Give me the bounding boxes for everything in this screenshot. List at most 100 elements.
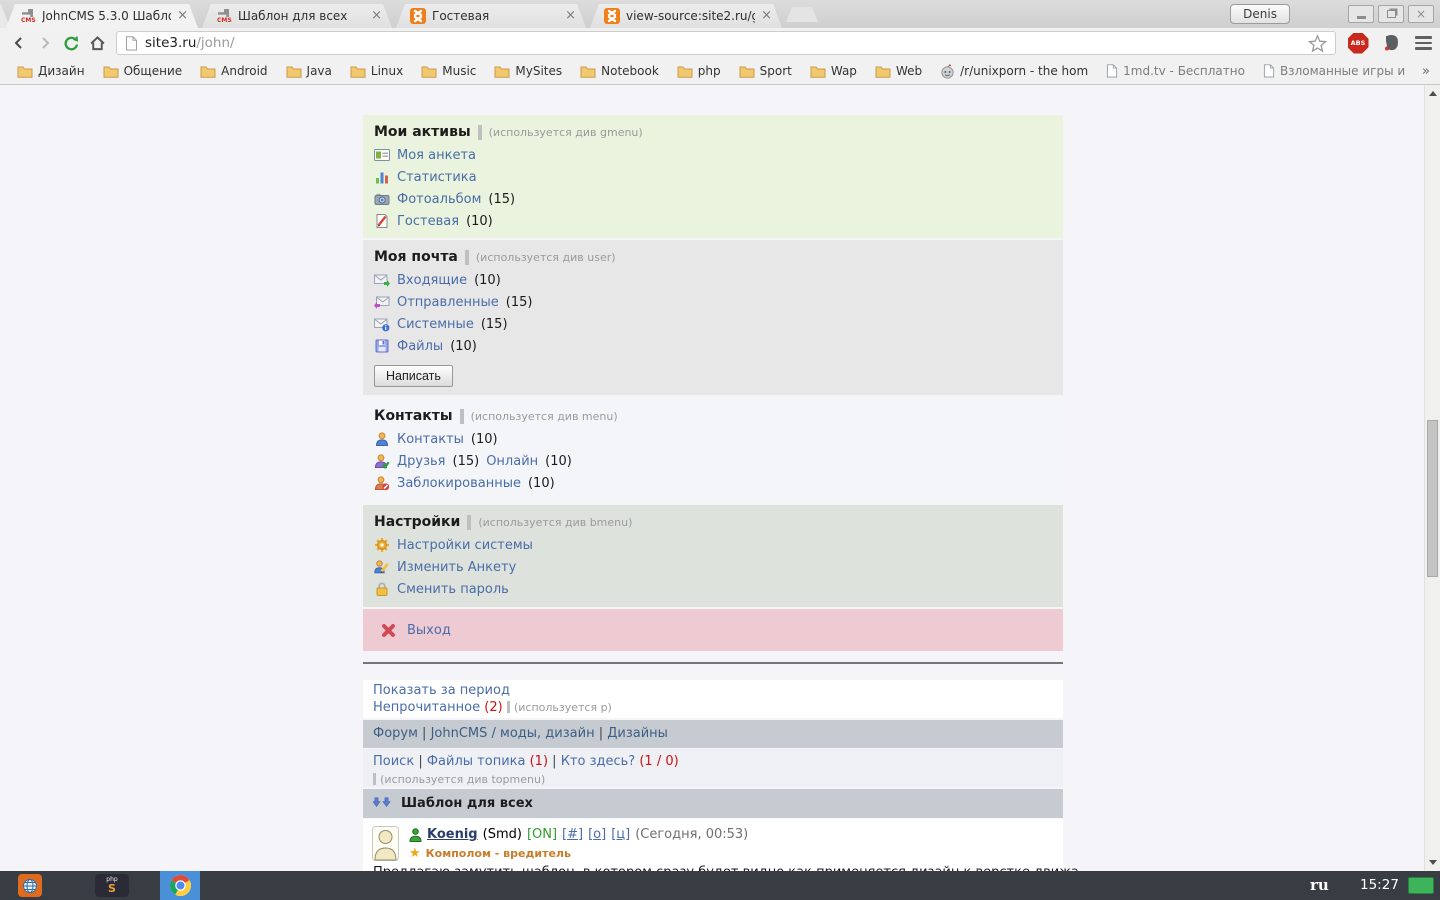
link-change-password[interactable]: Сменить пароль <box>397 582 509 597</box>
bookmark-page-unixporn[interactable]: /r/unixporn - the hom <box>931 64 1097 79</box>
link-friends-online[interactable]: Онлайн <box>486 454 538 469</box>
post-rank: Комполом - вредитель <box>426 847 571 860</box>
tab-close-icon[interactable]: × <box>177 10 188 22</box>
reload-button[interactable] <box>58 31 84 55</box>
horizontal-rule <box>363 662 1063 664</box>
browser-tab-viewsource[interactable]: view-source:site2.ru/gue × <box>590 4 782 28</box>
pipe-divider <box>467 515 471 530</box>
link-topic-files[interactable]: Файлы топика <box>427 754 526 769</box>
menu-item-inbox: Входящие (10) <box>374 269 1052 291</box>
post-cite-link[interactable]: [ц] <box>611 827 630 842</box>
tab-close-icon[interactable]: × <box>371 10 382 22</box>
bookmark-folder[interactable]: Notebook <box>571 64 668 78</box>
bookmarks-overflow-chevron[interactable]: » <box>1422 64 1430 79</box>
post-quote-link[interactable]: [o] <box>588 827 606 842</box>
new-tab-button[interactable] <box>786 7 818 22</box>
section-note: (используется p) <box>514 701 612 714</box>
bookmark-star-icon[interactable] <box>1308 34 1327 53</box>
browser-tab-strip: CMS JohnCMS 5.3.0 Шаблон × CMS Шаблон дл… <box>0 0 1440 28</box>
browser-tab-guestbook[interactable]: Гостевая × <box>396 4 586 28</box>
folder-icon <box>200 65 216 78</box>
post-anchor-link[interactable]: [#] <box>562 827 583 842</box>
taskbar-web-app-icon[interactable] <box>18 874 42 897</box>
tab-close-icon[interactable]: × <box>565 10 576 22</box>
link-show-period[interactable]: Показать за период <box>373 683 510 698</box>
user-friends-icon <box>374 453 390 469</box>
link-guestbook[interactable]: Гостевая <box>397 214 459 229</box>
forward-button[interactable] <box>32 31 58 55</box>
link-statistics[interactable]: Статистика <box>397 170 477 185</box>
restore-button[interactable] <box>1378 5 1404 23</box>
hamburger-icon <box>1415 36 1432 50</box>
taskbar-chrome-active[interactable] <box>160 871 200 900</box>
keyboard-layout-indicator[interactable]: ru <box>1310 876 1329 894</box>
section-title: Моя почта <box>374 249 458 265</box>
post-author-link[interactable]: Koenig <box>427 827 478 842</box>
crumb-forum[interactable]: Форум <box>373 726 418 741</box>
page-icon <box>1263 64 1275 78</box>
link-blocked[interactable]: Заблокированные <box>397 476 521 491</box>
scrollbar-thumb[interactable] <box>1427 420 1438 577</box>
bookmark-folder[interactable]: php <box>668 64 730 78</box>
link-edit-profile[interactable]: Изменить Анкету <box>397 560 516 575</box>
tab-title: Шаблон для всех <box>238 9 365 23</box>
clock[interactable]: 15:27 <box>1360 877 1399 893</box>
bookmark-folder[interactable]: Android <box>191 64 276 78</box>
link-friends[interactable]: Друзья <box>397 454 446 469</box>
link-sent[interactable]: Отправленные <box>397 295 499 310</box>
link-contacts[interactable]: Контакты <box>397 432 464 447</box>
bookmark-folder[interactable]: MySites <box>485 64 571 78</box>
browser-tab-johncms[interactable]: CMS JohnCMS 5.3.0 Шаблон × <box>6 4 198 28</box>
page-icon <box>125 36 138 51</box>
bookmark-page-games[interactable]: Взломанные игры и <box>1254 64 1414 78</box>
bookmark-folder[interactable]: Общение <box>94 64 192 78</box>
home-button[interactable] <box>84 31 110 55</box>
close-button[interactable]: × <box>1408 5 1434 23</box>
link-system-settings[interactable]: Настройки системы <box>397 538 533 553</box>
link-files[interactable]: Файлы <box>397 339 443 354</box>
avatar <box>372 826 399 861</box>
bookmark-folder[interactable]: Linux <box>341 64 412 78</box>
mail-inbox-icon <box>374 272 390 288</box>
profile-button[interactable]: Denis <box>1230 4 1290 24</box>
link-who-is-here[interactable]: Кто здесь? <box>561 754 636 769</box>
browser-tab-template[interactable]: CMS Шаблон для всех × <box>202 4 392 28</box>
link-inbox[interactable]: Входящие <box>397 273 467 288</box>
crumb-section[interactable]: JohnCMS / моды, дизайн <box>431 726 595 741</box>
link-search[interactable]: Поиск <box>373 754 414 769</box>
bookmark-folder[interactable]: Sport <box>730 64 801 78</box>
taskbar-phpstorm-icon[interactable]: phpS <box>95 874 129 897</box>
tab-title: Гостевая <box>432 9 559 23</box>
bookmark-page-1md[interactable]: 1md.tv - Бесплатно <box>1097 64 1254 78</box>
section-bmenu: Настройки (используется див bmenu) Настр… <box>363 505 1063 607</box>
link-logout[interactable]: Выход <box>407 623 451 638</box>
link-unread[interactable]: Непрочитанное <box>373 700 480 715</box>
menu-item-blocked: Заблокированные (10) <box>374 472 1052 494</box>
address-bar[interactable]: site3.ru/john/ <box>116 31 1336 55</box>
section-note: (используется див user) <box>476 251 616 264</box>
write-message-button[interactable]: Написать <box>374 365 453 387</box>
bookmark-folder[interactable]: Music <box>412 64 485 78</box>
minimize-button[interactable] <box>1348 5 1374 23</box>
mail-system-icon: i <box>374 316 390 332</box>
tab-close-icon[interactable]: × <box>761 10 772 22</box>
evernote-extension-icon[interactable] <box>1381 32 1403 54</box>
camera-icon <box>374 191 390 207</box>
bookmark-folder[interactable]: Java <box>277 64 341 78</box>
crumb-designs[interactable]: Дизайны <box>607 726 668 741</box>
menu-button[interactable] <box>1412 32 1434 54</box>
bookmark-folder[interactable]: Wap <box>801 64 866 78</box>
menu-item-files: Файлы (10) <box>374 335 1052 357</box>
scroll-down-arrow[interactable] <box>1429 860 1437 865</box>
bookmark-folder[interactable]: Web <box>866 64 931 78</box>
adblock-extension-icon[interactable]: ABS <box>1347 32 1369 54</box>
scroll-up-arrow[interactable] <box>1429 91 1437 96</box>
link-my-profile[interactable]: Моя анкета <box>397 148 476 163</box>
back-button[interactable] <box>6 31 32 55</box>
svg-text:i: i <box>385 325 387 332</box>
bookmark-folder[interactable]: Дизайн <box>8 64 94 78</box>
vertical-scrollbar[interactable] <box>1424 85 1440 871</box>
link-system-mail[interactable]: Системные <box>397 317 474 332</box>
battery-indicator[interactable] <box>1408 877 1434 894</box>
link-photoalbum[interactable]: Фотоальбом <box>397 192 481 207</box>
